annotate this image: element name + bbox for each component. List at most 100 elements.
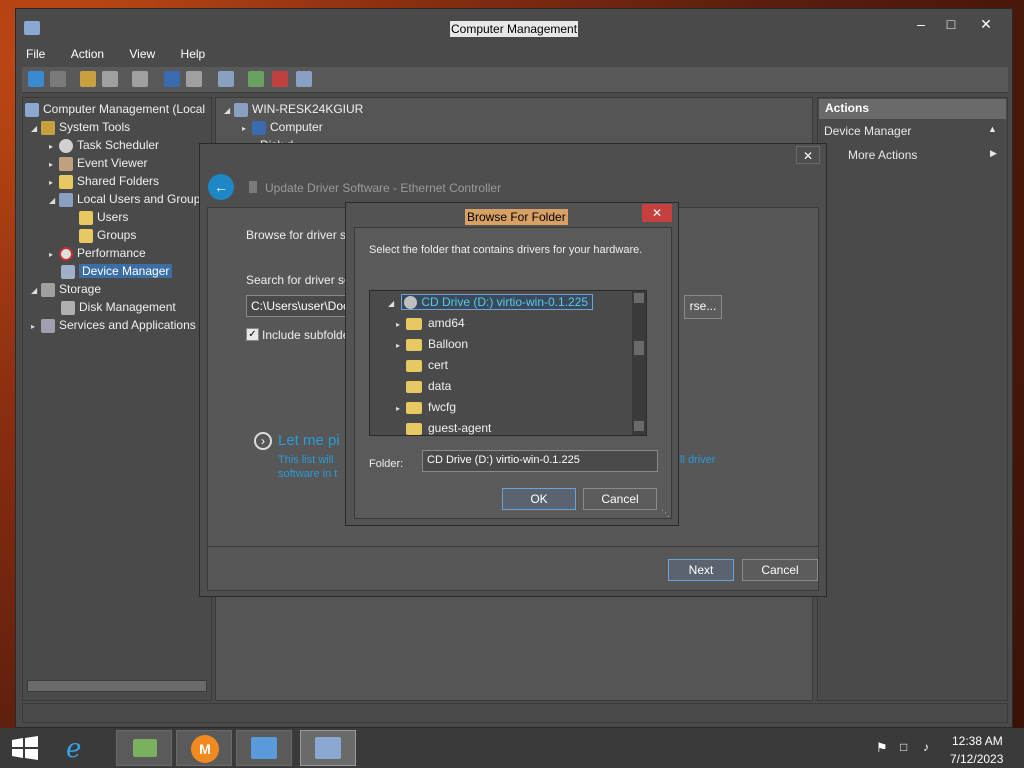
taskbar: e M ⚑ □ ♪ bbox=[0, 728, 1024, 768]
menu-action[interactable]: Action bbox=[67, 45, 108, 63]
up-folder-icon[interactable] bbox=[80, 71, 96, 87]
tree-item-device-manager[interactable]: Device Manager bbox=[61, 262, 173, 280]
next-button[interactable]: Next bbox=[668, 559, 734, 581]
expand-arrow-icon[interactable]: ▸ bbox=[396, 400, 406, 418]
shared-folder-icon bbox=[59, 174, 73, 189]
flag-icon[interactable]: ⚑ bbox=[876, 740, 888, 756]
menu-file[interactable]: File bbox=[22, 45, 49, 63]
computer-management-icon bbox=[315, 737, 341, 759]
device-tree-computer[interactable]: ▸ Computer bbox=[242, 118, 323, 136]
properties-icon[interactable] bbox=[132, 71, 148, 87]
browse-for-folder-dialog: Browse For Folder ✕ Select the folder th… bbox=[345, 202, 679, 526]
internet-explorer-button[interactable]: e bbox=[56, 730, 112, 766]
view-icon[interactable] bbox=[186, 71, 202, 87]
collapse-arrow-icon[interactable]: ◢ bbox=[388, 295, 398, 313]
update-driver-icon[interactable] bbox=[248, 71, 264, 87]
scroll-thumb[interactable] bbox=[634, 341, 644, 355]
clock-time[interactable]: 12:38 AM bbox=[952, 734, 1003, 748]
uninstall-icon[interactable] bbox=[272, 71, 288, 87]
ok-button[interactable]: OK bbox=[502, 488, 576, 510]
forward-arrow-icon[interactable] bbox=[50, 71, 66, 87]
folder-item[interactable]: ▸ Balloon bbox=[396, 335, 468, 353]
wizard-cancel-button[interactable]: Cancel bbox=[742, 559, 818, 581]
scroll-down-button[interactable] bbox=[634, 421, 644, 431]
help-icon[interactable] bbox=[164, 71, 180, 87]
cd-drive-item[interactable]: CD Drive (D:) virtio-win-0.1.225 bbox=[401, 294, 594, 310]
tree-item-disk-management[interactable]: Disk Management bbox=[61, 298, 176, 316]
taskbar-computer-management[interactable] bbox=[300, 730, 356, 766]
wizard-close-button[interactable]: ✕ bbox=[796, 146, 820, 164]
include-subfolders-checkbox[interactable]: ✓ bbox=[246, 328, 259, 341]
m-app-icon: M bbox=[191, 735, 219, 763]
menu-help[interactable]: Help bbox=[177, 45, 210, 63]
tree-item-root[interactable]: Computer Management (Local bbox=[25, 100, 205, 118]
device-tree-host[interactable]: ◢ WIN-RESK24KGIUR bbox=[224, 100, 363, 118]
folder-tree-scrollbar[interactable] bbox=[632, 291, 646, 435]
expand-arrow-icon[interactable]: ▸ bbox=[396, 316, 406, 334]
browse-button[interactable]: rse... bbox=[684, 295, 722, 319]
driver-path-input[interactable]: C:\Users\user\Doc bbox=[246, 295, 350, 317]
scan-hardware-icon[interactable] bbox=[218, 71, 234, 87]
collapse-arrow-icon[interactable]: ◢ bbox=[49, 192, 59, 210]
taskbar-app-2[interactable]: M bbox=[176, 730, 232, 766]
start-button[interactable] bbox=[0, 730, 50, 766]
tree-item-performance[interactable]: ▸ Performance bbox=[49, 244, 146, 262]
search-label: Search for driver so bbox=[246, 273, 351, 287]
computer-management-icon bbox=[25, 102, 39, 117]
volume-muted-icon[interactable]: ♪ bbox=[923, 740, 929, 754]
show-hide-tree-icon[interactable] bbox=[102, 71, 118, 87]
browse-close-button[interactable]: ✕ bbox=[642, 204, 672, 222]
tree-item-users[interactable]: Users bbox=[79, 208, 128, 226]
taskbar-app-3[interactable] bbox=[236, 730, 292, 766]
title-bar[interactable]: Computer Management – □ ✕ bbox=[16, 9, 1012, 43]
tree-item-system-tools[interactable]: ◢ System Tools bbox=[31, 118, 130, 136]
network-error-icon[interactable]: □ bbox=[900, 740, 907, 754]
maximize-button[interactable]: □ bbox=[936, 13, 966, 35]
tree-item-event-viewer[interactable]: ▸ Event Viewer bbox=[49, 154, 147, 172]
expand-arrow-icon[interactable]: ▸ bbox=[396, 337, 406, 355]
navigation-tree: Computer Management (Local ◢ System Tools… bbox=[22, 97, 212, 701]
folder-tree[interactable]: ◢ CD Drive (D:) virtio-win-0.1.225 ▸ amd6… bbox=[369, 290, 647, 436]
browse-dialog-title: Browse For Folder bbox=[465, 209, 568, 225]
let-me-pick-description-end: ll driver bbox=[680, 454, 716, 466]
scroll-up-button[interactable] bbox=[634, 293, 644, 303]
more-actions-item[interactable]: More Actions ▶ bbox=[848, 148, 1004, 166]
close-button[interactable]: ✕ bbox=[971, 13, 1001, 35]
browse-cancel-button[interactable]: Cancel bbox=[583, 488, 657, 510]
folder-item[interactable]: cert bbox=[406, 356, 448, 374]
folder-item[interactable]: guest-agent bbox=[406, 419, 491, 437]
tree-item-local-users[interactable]: ◢ Local Users and Group bbox=[49, 190, 200, 208]
folder-item[interactable]: data bbox=[406, 377, 451, 395]
tree-item-storage[interactable]: ◢ Storage bbox=[31, 280, 101, 298]
back-arrow-button[interactable]: ← bbox=[208, 174, 234, 200]
folder-item[interactable]: ▸ fwcfg bbox=[396, 398, 456, 416]
collapse-arrow-icon[interactable]: ◢ bbox=[31, 282, 41, 300]
back-arrow-icon[interactable] bbox=[28, 71, 44, 87]
menu-bar: File Action View Help bbox=[22, 45, 223, 65]
window-title: Computer Management bbox=[450, 21, 579, 37]
enable-device-icon[interactable] bbox=[296, 71, 312, 87]
folder-input[interactable]: CD Drive (D:) virtio-win-0.1.225 bbox=[422, 450, 658, 472]
let-me-pick-link[interactable]: Let me pi bbox=[278, 432, 340, 449]
clock-date[interactable]: 7/12/2023 bbox=[950, 752, 1003, 766]
collapse-arrow-icon[interactable]: ◢ bbox=[224, 102, 234, 120]
tree-item-groups[interactable]: Groups bbox=[79, 226, 136, 244]
resize-grip-icon[interactable]: ⋱ bbox=[661, 508, 670, 519]
folder-tree-root[interactable]: ◢ CD Drive (D:) virtio-win-0.1.225 bbox=[388, 293, 594, 313]
storage-icon bbox=[41, 282, 55, 297]
expand-arrow-icon[interactable]: ▸ bbox=[242, 120, 252, 138]
tree-item-shared-folders[interactable]: ▸ Shared Folders bbox=[49, 172, 159, 190]
actions-section-device-manager[interactable]: Device Manager ▲ bbox=[824, 124, 1004, 142]
tree-item-services[interactable]: ▸ Services and Applications bbox=[31, 316, 196, 334]
app-icon bbox=[24, 21, 40, 35]
tree-item-task-scheduler[interactable]: ▸ Task Scheduler bbox=[49, 136, 159, 154]
browse-dialog-body: Select the folder that contains drivers … bbox=[354, 227, 672, 519]
expand-arrow-icon[interactable]: ▸ bbox=[31, 318, 41, 336]
folder-item[interactable]: ▸ amd64 bbox=[396, 314, 465, 332]
horizontal-scrollbar[interactable] bbox=[27, 680, 207, 692]
expand-arrow-icon[interactable]: ▸ bbox=[49, 246, 59, 264]
minimize-button[interactable]: – bbox=[906, 13, 936, 35]
menu-view[interactable]: View bbox=[125, 45, 159, 63]
taskbar-app-1[interactable] bbox=[116, 730, 172, 766]
collapse-arrow-icon[interactable]: ◢ bbox=[31, 120, 41, 138]
